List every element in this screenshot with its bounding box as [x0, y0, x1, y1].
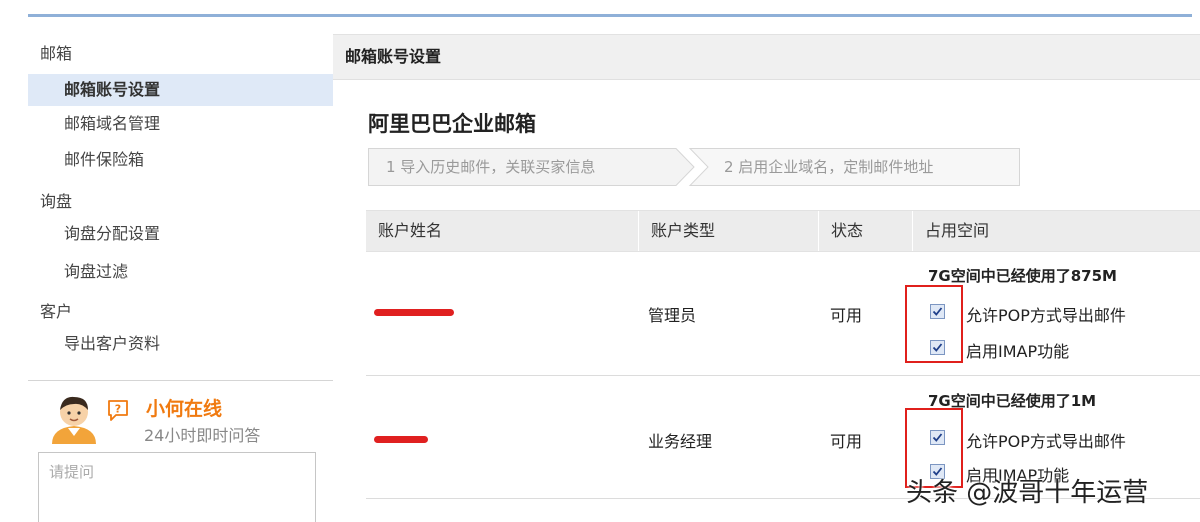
sidebar-section-mailbox: 邮箱	[40, 44, 73, 63]
sidebar-section-inquiry: 询盘	[40, 192, 73, 211]
option-label: 允许POP方式导出邮件	[966, 432, 1126, 451]
redacted-account-name	[374, 436, 428, 443]
sidebar-item-mailbox-domain[interactable]: 邮箱域名管理	[28, 108, 333, 140]
sidebar-item-inquiry-filter[interactable]: 询盘过滤	[28, 256, 333, 288]
sidebar-item-mailbox-account-settings[interactable]: 邮箱账号设置	[28, 74, 333, 106]
sidebar-item-export-customers[interactable]: 导出客户资料	[28, 328, 333, 360]
top-accent-line	[28, 14, 1192, 17]
svg-text:?: ?	[115, 403, 121, 416]
column-header-storage: 占用空间	[912, 211, 1200, 251]
account-status: 可用	[830, 432, 863, 451]
watermark-text: 头条 @波哥十年运营	[906, 478, 1149, 508]
question-bubble-icon[interactable]: ?	[106, 398, 130, 422]
page-title: 阿里巴巴企业邮箱	[368, 112, 536, 136]
main-header-title: 邮箱账号设置	[345, 47, 442, 66]
assistant-subtitle: 24小时即时问答	[144, 426, 261, 445]
option-label: 启用IMAP功能	[966, 342, 1070, 361]
sidebar-item-inquiry-assign[interactable]: 询盘分配设置	[28, 218, 333, 250]
column-header-account-name: 账户姓名	[378, 221, 443, 240]
account-status: 可用	[830, 306, 863, 325]
setup-steps: 1 导入历史邮件，关联买家信息 2 启用企业域名，定制邮件地址	[368, 148, 1020, 186]
option-label: 允许POP方式导出邮件	[966, 306, 1126, 325]
column-header-account-type: 账户类型	[638, 211, 818, 251]
sidebar-divider	[28, 380, 333, 381]
storage-usage: 7G空间中已经使用了875M	[928, 267, 1117, 285]
step-1-import-history[interactable]: 1 导入历史邮件，关联买家信息	[386, 148, 595, 186]
account-type: 业务经理	[648, 432, 713, 451]
accounts-table-header: 账户姓名 账户类型 状态 占用空间	[366, 210, 1200, 252]
main-header: 邮箱账号设置	[333, 34, 1200, 80]
highlight-box	[905, 285, 963, 363]
step-2-enable-domain[interactable]: 2 启用企业域名，定制邮件地址	[724, 148, 933, 186]
sidebar-section-customer: 客户	[40, 302, 73, 321]
assistant-name[interactable]: 小何在线	[146, 394, 222, 421]
ask-question-input[interactable]	[38, 452, 316, 522]
account-type: 管理员	[648, 306, 697, 325]
row-divider	[366, 375, 1200, 376]
sidebar-item-mail-safe[interactable]: 邮件保险箱	[28, 144, 333, 176]
redacted-account-name	[374, 309, 454, 316]
column-header-status: 状态	[818, 211, 912, 251]
assistant-avatar[interactable]	[46, 392, 102, 444]
